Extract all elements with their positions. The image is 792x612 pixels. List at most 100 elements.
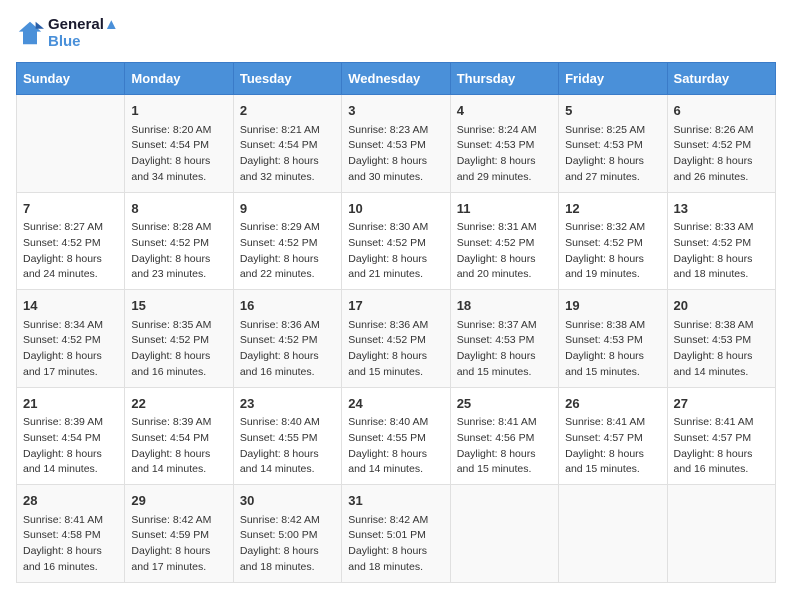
calendar-cell: 19Sunrise: 8:38 AM Sunset: 4:53 PM Dayli… (559, 290, 667, 388)
calendar-cell: 26Sunrise: 8:41 AM Sunset: 4:57 PM Dayli… (559, 387, 667, 485)
day-info: Sunrise: 8:42 AM Sunset: 5:01 PM Dayligh… (348, 513, 443, 576)
day-info: Sunrise: 8:30 AM Sunset: 4:52 PM Dayligh… (348, 220, 443, 283)
week-row: 7Sunrise: 8:27 AM Sunset: 4:52 PM Daylig… (17, 192, 776, 290)
column-header-saturday: Saturday (667, 63, 775, 95)
day-info: Sunrise: 8:27 AM Sunset: 4:52 PM Dayligh… (23, 220, 118, 283)
day-info: Sunrise: 8:20 AM Sunset: 4:54 PM Dayligh… (131, 123, 226, 186)
day-number: 27 (674, 394, 769, 414)
calendar-cell: 16Sunrise: 8:36 AM Sunset: 4:52 PM Dayli… (233, 290, 341, 388)
calendar-cell: 9Sunrise: 8:29 AM Sunset: 4:52 PM Daylig… (233, 192, 341, 290)
calendar-cell: 12Sunrise: 8:32 AM Sunset: 4:52 PM Dayli… (559, 192, 667, 290)
day-info: Sunrise: 8:31 AM Sunset: 4:52 PM Dayligh… (457, 220, 552, 283)
calendar-cell: 3Sunrise: 8:23 AM Sunset: 4:53 PM Daylig… (342, 95, 450, 193)
calendar-cell: 11Sunrise: 8:31 AM Sunset: 4:52 PM Dayli… (450, 192, 558, 290)
calendar-cell: 21Sunrise: 8:39 AM Sunset: 4:54 PM Dayli… (17, 387, 125, 485)
calendar-cell: 30Sunrise: 8:42 AM Sunset: 5:00 PM Dayli… (233, 485, 341, 583)
day-number: 29 (131, 491, 226, 511)
day-info: Sunrise: 8:36 AM Sunset: 4:52 PM Dayligh… (240, 318, 335, 381)
calendar-cell: 10Sunrise: 8:30 AM Sunset: 4:52 PM Dayli… (342, 192, 450, 290)
day-info: Sunrise: 8:23 AM Sunset: 4:53 PM Dayligh… (348, 123, 443, 186)
day-number: 25 (457, 394, 552, 414)
day-info: Sunrise: 8:42 AM Sunset: 5:00 PM Dayligh… (240, 513, 335, 576)
day-number: 21 (23, 394, 118, 414)
day-info: Sunrise: 8:34 AM Sunset: 4:52 PM Dayligh… (23, 318, 118, 381)
day-number: 17 (348, 296, 443, 316)
day-number: 2 (240, 101, 335, 121)
day-info: Sunrise: 8:21 AM Sunset: 4:54 PM Dayligh… (240, 123, 335, 186)
calendar-cell: 4Sunrise: 8:24 AM Sunset: 4:53 PM Daylig… (450, 95, 558, 193)
calendar-cell (667, 485, 775, 583)
day-info: Sunrise: 8:41 AM Sunset: 4:57 PM Dayligh… (565, 415, 660, 478)
day-number: 1 (131, 101, 226, 121)
calendar-cell: 13Sunrise: 8:33 AM Sunset: 4:52 PM Dayli… (667, 192, 775, 290)
day-number: 18 (457, 296, 552, 316)
day-info: Sunrise: 8:40 AM Sunset: 4:55 PM Dayligh… (240, 415, 335, 478)
day-number: 15 (131, 296, 226, 316)
day-info: Sunrise: 8:41 AM Sunset: 4:57 PM Dayligh… (674, 415, 769, 478)
column-header-friday: Friday (559, 63, 667, 95)
day-info: Sunrise: 8:38 AM Sunset: 4:53 PM Dayligh… (674, 318, 769, 381)
day-info: Sunrise: 8:26 AM Sunset: 4:52 PM Dayligh… (674, 123, 769, 186)
calendar-cell: 29Sunrise: 8:42 AM Sunset: 4:59 PM Dayli… (125, 485, 233, 583)
day-number: 8 (131, 199, 226, 219)
calendar-cell: 14Sunrise: 8:34 AM Sunset: 4:52 PM Dayli… (17, 290, 125, 388)
calendar-cell (450, 485, 558, 583)
day-info: Sunrise: 8:39 AM Sunset: 4:54 PM Dayligh… (131, 415, 226, 478)
calendar-cell: 18Sunrise: 8:37 AM Sunset: 4:53 PM Dayli… (450, 290, 558, 388)
day-info: Sunrise: 8:41 AM Sunset: 4:58 PM Dayligh… (23, 513, 118, 576)
calendar-cell: 5Sunrise: 8:25 AM Sunset: 4:53 PM Daylig… (559, 95, 667, 193)
column-header-tuesday: Tuesday (233, 63, 341, 95)
day-info: Sunrise: 8:38 AM Sunset: 4:53 PM Dayligh… (565, 318, 660, 381)
calendar-cell: 15Sunrise: 8:35 AM Sunset: 4:52 PM Dayli… (125, 290, 233, 388)
calendar-cell: 28Sunrise: 8:41 AM Sunset: 4:58 PM Dayli… (17, 485, 125, 583)
logo-icon (16, 19, 44, 47)
day-info: Sunrise: 8:36 AM Sunset: 4:52 PM Dayligh… (348, 318, 443, 381)
day-number: 13 (674, 199, 769, 219)
day-info: Sunrise: 8:28 AM Sunset: 4:52 PM Dayligh… (131, 220, 226, 283)
day-info: Sunrise: 8:33 AM Sunset: 4:52 PM Dayligh… (674, 220, 769, 283)
column-header-monday: Monday (125, 63, 233, 95)
week-row: 14Sunrise: 8:34 AM Sunset: 4:52 PM Dayli… (17, 290, 776, 388)
day-number: 16 (240, 296, 335, 316)
day-info: Sunrise: 8:39 AM Sunset: 4:54 PM Dayligh… (23, 415, 118, 478)
day-number: 11 (457, 199, 552, 219)
calendar-cell: 17Sunrise: 8:36 AM Sunset: 4:52 PM Dayli… (342, 290, 450, 388)
day-number: 22 (131, 394, 226, 414)
calendar-cell: 22Sunrise: 8:39 AM Sunset: 4:54 PM Dayli… (125, 387, 233, 485)
calendar-cell: 1Sunrise: 8:20 AM Sunset: 4:54 PM Daylig… (125, 95, 233, 193)
calendar-table: SundayMondayTuesdayWednesdayThursdayFrid… (16, 62, 776, 583)
calendar-cell: 2Sunrise: 8:21 AM Sunset: 4:54 PM Daylig… (233, 95, 341, 193)
week-row: 28Sunrise: 8:41 AM Sunset: 4:58 PM Dayli… (17, 485, 776, 583)
day-info: Sunrise: 8:24 AM Sunset: 4:53 PM Dayligh… (457, 123, 552, 186)
calendar-cell: 24Sunrise: 8:40 AM Sunset: 4:55 PM Dayli… (342, 387, 450, 485)
day-info: Sunrise: 8:42 AM Sunset: 4:59 PM Dayligh… (131, 513, 226, 576)
day-number: 9 (240, 199, 335, 219)
day-info: Sunrise: 8:32 AM Sunset: 4:52 PM Dayligh… (565, 220, 660, 283)
header-row: SundayMondayTuesdayWednesdayThursdayFrid… (17, 63, 776, 95)
day-number: 31 (348, 491, 443, 511)
day-number: 10 (348, 199, 443, 219)
day-number: 14 (23, 296, 118, 316)
calendar-cell (17, 95, 125, 193)
calendar-cell (559, 485, 667, 583)
calendar-cell: 6Sunrise: 8:26 AM Sunset: 4:52 PM Daylig… (667, 95, 775, 193)
logo-text: General▲ Blue (48, 16, 119, 50)
day-number: 7 (23, 199, 118, 219)
day-number: 20 (674, 296, 769, 316)
day-number: 12 (565, 199, 660, 219)
column-header-thursday: Thursday (450, 63, 558, 95)
page-header: General▲ Blue (16, 16, 776, 50)
day-number: 30 (240, 491, 335, 511)
day-number: 28 (23, 491, 118, 511)
day-info: Sunrise: 8:37 AM Sunset: 4:53 PM Dayligh… (457, 318, 552, 381)
column-header-wednesday: Wednesday (342, 63, 450, 95)
column-header-sunday: Sunday (17, 63, 125, 95)
calendar-cell: 23Sunrise: 8:40 AM Sunset: 4:55 PM Dayli… (233, 387, 341, 485)
calendar-cell: 27Sunrise: 8:41 AM Sunset: 4:57 PM Dayli… (667, 387, 775, 485)
calendar-cell: 7Sunrise: 8:27 AM Sunset: 4:52 PM Daylig… (17, 192, 125, 290)
day-info: Sunrise: 8:35 AM Sunset: 4:52 PM Dayligh… (131, 318, 226, 381)
day-number: 5 (565, 101, 660, 121)
day-number: 6 (674, 101, 769, 121)
week-row: 1Sunrise: 8:20 AM Sunset: 4:54 PM Daylig… (17, 95, 776, 193)
day-number: 3 (348, 101, 443, 121)
